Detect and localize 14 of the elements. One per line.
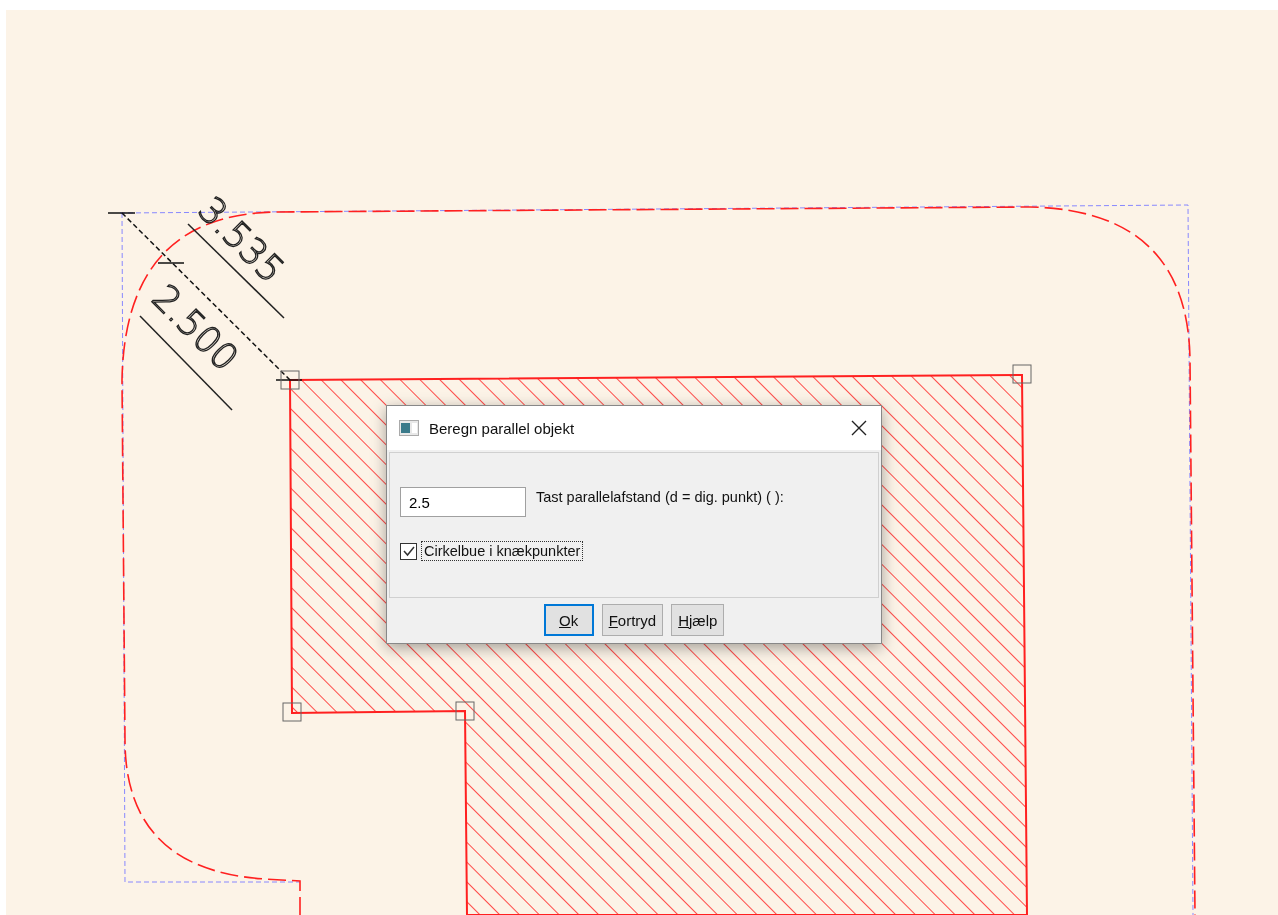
grip-handle[interactable] (280, 370, 300, 390)
grip-handle[interactable] (455, 701, 475, 721)
grip-handle[interactable] (282, 702, 302, 722)
checkbox[interactable] (400, 542, 417, 560)
dialog-button[interactable]: Fortryd (601, 604, 664, 636)
grip-handle[interactable] (1012, 364, 1032, 384)
app-icon (399, 420, 419, 436)
field-label: Tast parallelafstand (d = dig. punkt) ( ): (536, 489, 784, 505)
checkbox-label[interactable]: Cirkelbue i knækpunkter (421, 541, 584, 561)
window-title: Beregn parallel objekt (429, 419, 576, 437)
close-icon (851, 420, 867, 436)
distance-field[interactable]: 2.5 (400, 487, 526, 517)
dialog-button[interactable]: Hjælp (671, 604, 725, 636)
dialog-button[interactable]: Ok (543, 604, 594, 636)
